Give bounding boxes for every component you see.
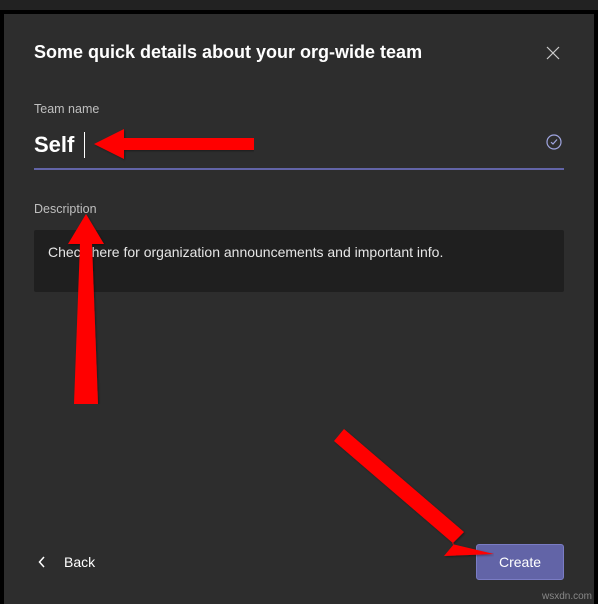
modal-title: Some quick details about your org-wide t… <box>34 42 422 63</box>
team-name-label: Team name <box>34 102 564 116</box>
create-team-modal: Some quick details about your org-wide t… <box>4 14 594 604</box>
close-button[interactable] <box>542 42 564 64</box>
back-label: Back <box>64 554 95 570</box>
chevron-left-icon <box>38 556 46 568</box>
create-button[interactable]: Create <box>476 544 564 580</box>
valid-check-icon <box>546 134 562 155</box>
team-name-field: Team name <box>34 102 564 200</box>
modal-footer: Back Create <box>34 524 564 580</box>
text-cursor <box>84 132 85 158</box>
description-label: Description <box>34 202 564 216</box>
watermark: wsxdn.com <box>542 591 592 602</box>
team-name-input-wrap <box>34 130 564 170</box>
close-icon <box>546 46 560 60</box>
team-name-input[interactable] <box>34 130 564 170</box>
back-button[interactable]: Back <box>34 546 99 578</box>
modal-header: Some quick details about your org-wide t… <box>34 42 564 64</box>
description-field: Description Check here for organization … <box>34 202 564 297</box>
description-textarea[interactable]: Check here for organization announcement… <box>34 230 564 292</box>
window-top-strip <box>0 0 598 10</box>
